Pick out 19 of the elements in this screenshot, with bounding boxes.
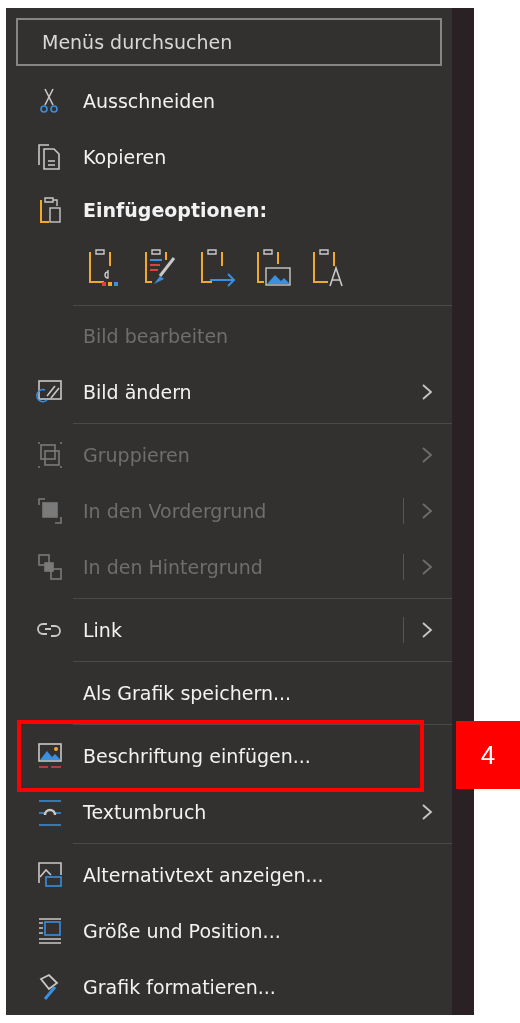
chevron-icon [420,502,434,521]
menu-item[interactable]: Bild ändern [6,364,452,421]
menu-item[interactable]: Als Grafik speichern... [6,665,452,722]
search-field[interactable]: Menüs durchsuchen [16,18,442,66]
menu-item[interactable]: Alternativtext anzeigen... [6,847,452,903]
chevron-icon [420,383,434,402]
chevron-icon [420,558,434,577]
menu-item[interactable]: Link [6,602,452,659]
chevron-icon [420,621,434,640]
menu-item[interactable]: Kopieren [6,128,452,185]
section-heading: Einfügeoptionen: [83,199,269,222]
menu-item[interactable]: Größe und Position... [6,903,452,959]
chevron-icon [420,803,434,822]
menu-item[interactable]: Textumbruch [6,784,452,841]
menu-item[interactable]: Ausschneiden [6,72,452,129]
menu-item[interactable]: Grafik formatieren... [6,959,452,1015]
menu-item[interactable]: Beschriftung einfügen... [6,728,452,785]
chevron-icon [420,446,434,465]
step-badge: 4 [456,721,520,789]
